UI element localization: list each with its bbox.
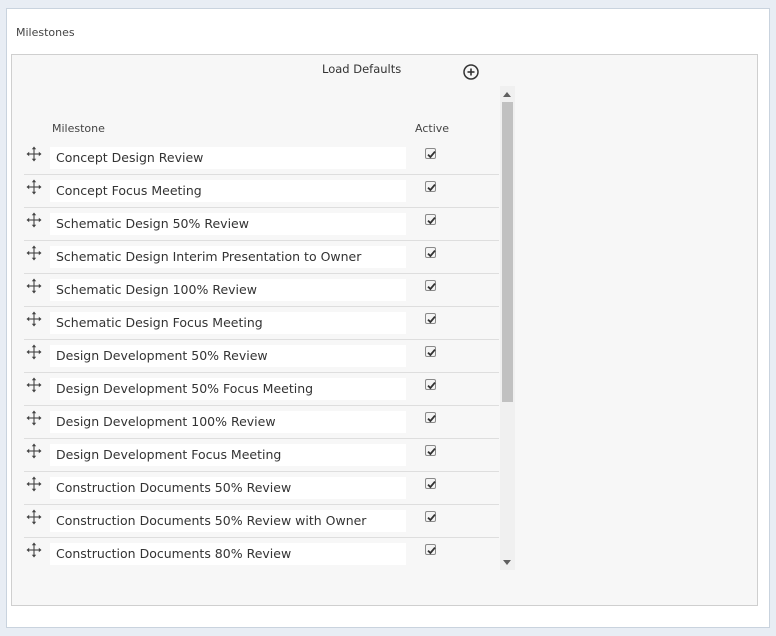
active-checkbox[interactable] (425, 544, 436, 555)
drag-handle-move-icon[interactable] (26, 443, 42, 459)
milestone-row (24, 340, 499, 373)
milestone-name-input[interactable] (50, 180, 406, 202)
drag-handle-move-icon[interactable] (26, 344, 42, 360)
milestone-name-input[interactable] (50, 378, 406, 400)
milestone-row (24, 241, 499, 274)
active-checkbox[interactable] (425, 280, 436, 291)
drag-handle-move-icon[interactable] (26, 377, 42, 393)
milestone-list: Milestone Active (24, 86, 499, 570)
scroll-up-arrow-icon[interactable] (503, 92, 511, 97)
milestone-name-input[interactable] (50, 246, 406, 268)
active-checkbox[interactable] (425, 379, 436, 390)
active-checkbox[interactable] (425, 148, 436, 159)
section-title: Milestones (16, 26, 75, 39)
drag-handle-move-icon[interactable] (26, 311, 42, 327)
checkmark-icon (427, 514, 436, 522)
checkmark-icon (427, 481, 436, 489)
milestone-name-input[interactable] (50, 411, 406, 433)
drag-handle-move-icon[interactable] (26, 476, 42, 492)
active-checkbox[interactable] (425, 313, 436, 324)
milestone-list-scroll-area[interactable]: Milestone Active (24, 86, 515, 570)
milestone-row (24, 439, 499, 472)
milestone-row (24, 175, 499, 208)
active-checkbox[interactable] (425, 346, 436, 357)
drag-handle-move-icon[interactable] (26, 245, 42, 261)
checkmark-icon (427, 316, 436, 324)
milestone-row (24, 472, 499, 505)
scroll-down-arrow-icon[interactable] (503, 560, 511, 565)
checkmark-icon (427, 349, 436, 357)
active-checkbox[interactable] (425, 214, 436, 225)
milestone-name-input[interactable] (50, 279, 406, 301)
milestone-row (24, 538, 499, 570)
checkmark-icon (427, 415, 436, 423)
checkmark-icon (427, 184, 436, 192)
milestone-name-input[interactable] (50, 312, 406, 334)
milestones-section: Milestones Load Defaults Milestone Activ… (6, 8, 770, 628)
active-checkbox[interactable] (425, 247, 436, 258)
checkmark-icon (427, 151, 436, 159)
checkmark-icon (427, 283, 436, 291)
milestone-name-input[interactable] (50, 510, 406, 532)
milestone-name-input[interactable] (50, 477, 406, 499)
checkmark-icon (427, 382, 436, 390)
drag-handle-move-icon[interactable] (26, 509, 42, 525)
milestone-row (24, 208, 499, 241)
milestone-row (24, 307, 499, 340)
column-header-active: Active (415, 122, 450, 135)
add-milestone-button[interactable] (463, 64, 479, 80)
active-checkbox[interactable] (425, 181, 436, 192)
checkmark-icon (427, 448, 436, 456)
active-checkbox[interactable] (425, 478, 436, 489)
milestone-name-input[interactable] (50, 345, 406, 367)
active-checkbox[interactable] (425, 445, 436, 456)
drag-handle-move-icon[interactable] (26, 146, 42, 162)
column-header-milestone: Milestone (52, 122, 105, 135)
vertical-scrollbar[interactable] (500, 86, 515, 570)
milestones-panel: Load Defaults Milestone Active (11, 54, 758, 606)
milestone-name-input[interactable] (50, 543, 406, 565)
milestone-row (24, 406, 499, 439)
drag-handle-move-icon[interactable] (26, 410, 42, 426)
checkmark-icon (427, 217, 436, 225)
scrollbar-thumb[interactable] (502, 102, 513, 402)
milestone-row (24, 505, 499, 538)
load-defaults-button[interactable]: Load Defaults (322, 62, 401, 76)
milestone-name-input[interactable] (50, 444, 406, 466)
milestone-name-input[interactable] (50, 213, 406, 235)
drag-handle-move-icon[interactable] (26, 212, 42, 228)
milestone-row (24, 373, 499, 406)
plus-circle-icon (463, 64, 479, 80)
milestone-rows (24, 142, 499, 570)
checkmark-icon (427, 547, 436, 555)
active-checkbox[interactable] (425, 412, 436, 423)
drag-handle-move-icon[interactable] (26, 278, 42, 294)
drag-handle-move-icon[interactable] (26, 542, 42, 558)
drag-handle-move-icon[interactable] (26, 179, 42, 195)
milestone-row (24, 142, 499, 175)
milestone-row (24, 274, 499, 307)
active-checkbox[interactable] (425, 511, 436, 522)
checkmark-icon (427, 250, 436, 258)
milestone-name-input[interactable] (50, 147, 406, 169)
